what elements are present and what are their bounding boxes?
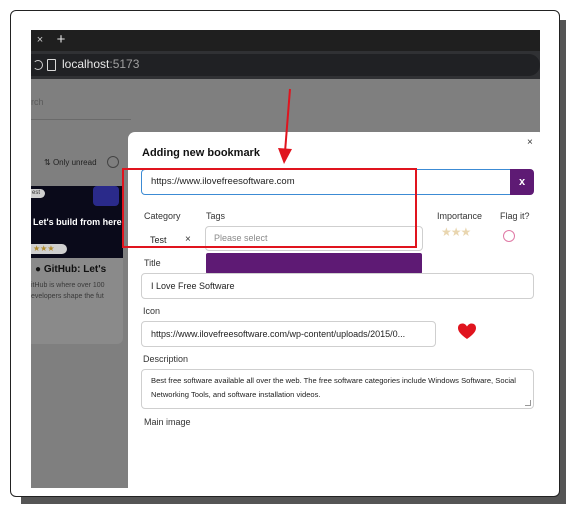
site-info-icon[interactable] xyxy=(33,60,43,70)
card-image: est Let's build from here ★★★ xyxy=(31,186,123,258)
only-unread-label: Only unread xyxy=(52,158,97,167)
page-icon xyxy=(47,59,56,71)
card-title-text: GitHub: Let's xyxy=(43,264,107,275)
address-text[interactable]: localhost:5173 xyxy=(62,57,139,71)
heart-icon xyxy=(458,323,476,339)
tags-dropdown-option[interactable] xyxy=(206,253,422,274)
flag-checkbox[interactable] xyxy=(503,230,515,242)
screenshot-frame: × + localhost:5173 rch ⇅ Only unread est… xyxy=(10,10,560,497)
address-port: :5173 xyxy=(109,57,140,71)
card-stars: ★★★ xyxy=(31,244,67,254)
resize-handle-icon[interactable] xyxy=(525,400,531,406)
annotation-arrow-icon xyxy=(278,88,292,164)
background-unread-toggle[interactable] xyxy=(107,156,119,168)
background-search-input[interactable]: rch xyxy=(31,97,44,107)
title-label: Title xyxy=(144,258,161,268)
icon-url-input[interactable]: https://www.ilovefreesoftware.com/wp-con… xyxy=(141,321,436,347)
flag-label: Flag it? xyxy=(500,211,530,221)
card-description-line: itHub is where over 100 xyxy=(31,282,105,289)
importance-star-rating[interactable]: ★★★ xyxy=(441,225,471,239)
main-image-label: Main image xyxy=(144,417,191,427)
background-only-unread-filter[interactable]: ⇅ Only unread xyxy=(44,158,97,167)
title-input[interactable]: I Love Free Software xyxy=(141,273,534,299)
address-host: localhost xyxy=(62,57,110,71)
address-bar: localhost:5173 xyxy=(31,51,540,79)
importance-label: Importance xyxy=(437,211,483,221)
tab-bar: × + xyxy=(31,30,540,51)
modal-title: Adding new bookmark xyxy=(142,147,260,159)
url-field[interactable]: localhost:5173 xyxy=(31,54,540,76)
icon-label: Icon xyxy=(143,306,161,316)
new-tab-button[interactable]: + xyxy=(53,30,69,50)
background-search-underline xyxy=(31,119,131,120)
tab-close-icon[interactable]: × xyxy=(31,31,49,50)
description-textarea[interactable]: Best free software available all over th… xyxy=(141,369,534,409)
card-image-glow xyxy=(93,186,119,206)
description-label: Description xyxy=(143,354,189,364)
annotation-highlight-box xyxy=(122,168,417,248)
card-description-line: evelopers shape the fut xyxy=(31,293,104,300)
modal-close-button[interactable]: × xyxy=(527,137,533,148)
card-description: itHub is where over 100 evelopers shape … xyxy=(31,280,121,302)
description-text: Best free software available all over th… xyxy=(151,376,516,399)
card-title: ● GitHub: Let's xyxy=(35,264,106,275)
card-category-badge: est xyxy=(31,189,45,198)
card-image-text: Let's build from here xyxy=(33,217,122,227)
github-icon: ● xyxy=(35,264,42,275)
url-clear-button[interactable]: x xyxy=(510,169,534,195)
background-bookmark-card[interactable]: est Let's build from here ★★★ ● GitHub: … xyxy=(31,186,123,344)
